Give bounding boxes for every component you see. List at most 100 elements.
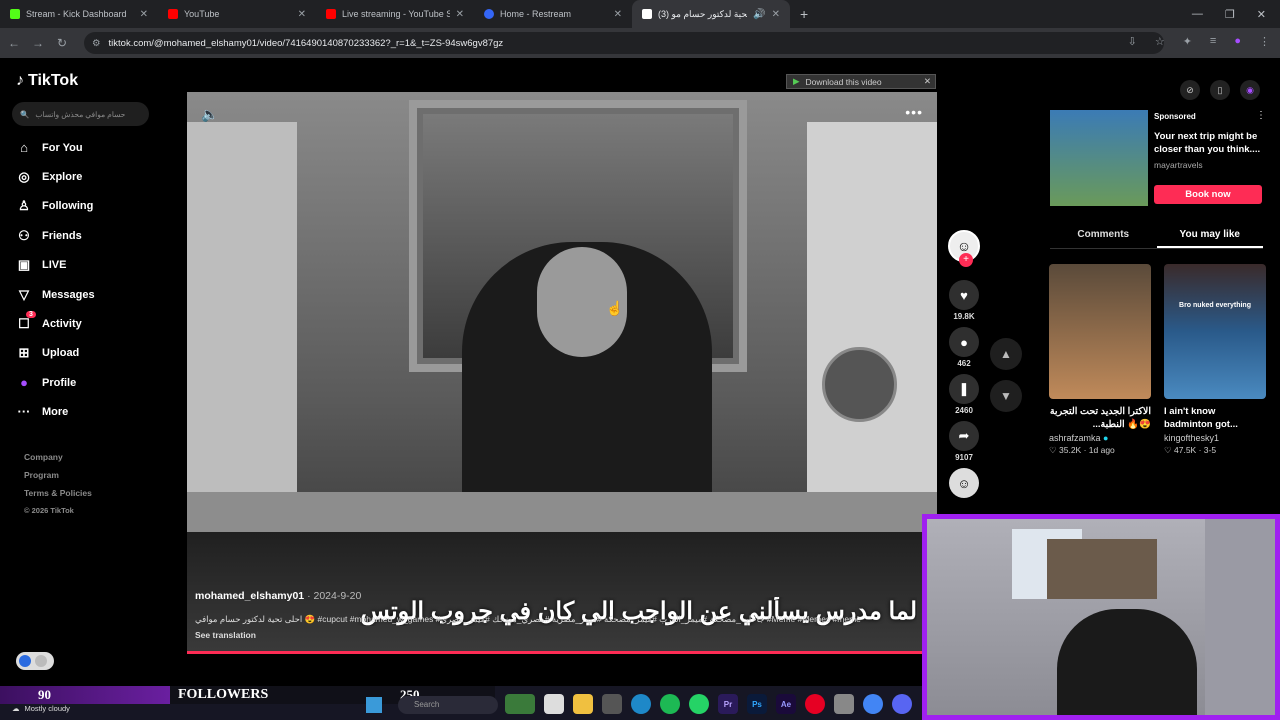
- comment-icon: ●: [949, 327, 979, 357]
- file-explorer-icon[interactable]: [573, 694, 593, 714]
- comment-button[interactable]: ● 462: [946, 327, 982, 368]
- speaker-icon[interactable]: 🔊: [753, 9, 765, 20]
- video-player[interactable]: 🔈 ••• لما مدرس يسألني عن الواجب الي كان …: [187, 92, 937, 654]
- like-button[interactable]: ♥ 19.8K: [946, 280, 982, 321]
- reload-icon[interactable]: ↻: [50, 36, 74, 50]
- store-icon[interactable]: [602, 694, 622, 714]
- user-avatar-icon[interactable]: ◉: [1240, 80, 1260, 100]
- upload-icon: ⊞: [18, 345, 30, 360]
- tab-tiktok[interactable]: (3) احلى تحية لدكتور حسام مو 🔊 ✕: [632, 0, 790, 28]
- tab-search-icon[interactable]: ≡: [1210, 35, 1216, 48]
- minimize-icon[interactable]: —: [1192, 8, 1203, 20]
- recommended-video-card[interactable]: الاكترا الجديد تحت التجربة 😍🔥 النطبة... …: [1049, 264, 1151, 456]
- video-nav-arrows: ▲ ▼: [990, 338, 1022, 422]
- close-icon[interactable]: ✕: [772, 9, 780, 20]
- tab-youtube[interactable]: YouTube ✕: [158, 0, 316, 28]
- weather-widget[interactable]: ☁ Mostly cloudy: [12, 704, 70, 713]
- next-video-icon[interactable]: ▼: [990, 380, 1022, 412]
- footer-link-program[interactable]: Program: [24, 466, 92, 484]
- search-input[interactable]: 🔍 حسام موافي محذش واتساب: [12, 102, 149, 126]
- install-icon[interactable]: ⇩: [1128, 35, 1137, 48]
- discord-icon[interactable]: [892, 694, 912, 714]
- tab-restream[interactable]: Home - Restream ✕: [474, 0, 632, 28]
- desktop-app-icon[interactable]: ⊘: [1180, 80, 1200, 100]
- maximize-icon[interactable]: ❐: [1225, 8, 1235, 21]
- ad-more-icon[interactable]: ⋮: [1256, 110, 1266, 121]
- toggle-knob: [19, 655, 31, 667]
- widget-icon[interactable]: [505, 694, 535, 714]
- volume-icon[interactable]: 🔈: [201, 106, 218, 123]
- more-options-icon[interactable]: •••: [905, 104, 923, 120]
- author-avatar[interactable]: ☺ +: [948, 230, 980, 267]
- nav-messages[interactable]: ▽ Messages: [16, 287, 95, 303]
- spotify-icon[interactable]: [660, 694, 680, 714]
- tab-comments[interactable]: Comments: [1050, 223, 1157, 248]
- close-icon[interactable]: ✕: [924, 76, 935, 87]
- windows-start-icon[interactable]: [366, 697, 382, 713]
- nav-explore[interactable]: ◎ Explore: [16, 169, 82, 185]
- close-icon[interactable]: ✕: [614, 9, 622, 20]
- video-author[interactable]: mohamed_elshamy01: [195, 590, 304, 602]
- tiktok-logo[interactable]: ♪ TikTok: [16, 72, 78, 90]
- sound-disc[interactable]: ☺: [946, 468, 982, 498]
- taskbar-search[interactable]: Search: [398, 696, 498, 714]
- nav-upload[interactable]: ⊞ Upload: [16, 345, 80, 361]
- task-view-icon[interactable]: [544, 694, 564, 714]
- footer-link-terms[interactable]: Terms & Policies: [24, 484, 92, 502]
- site-info-icon[interactable]: ⚙: [92, 38, 101, 49]
- close-window-icon[interactable]: ✕: [1257, 8, 1266, 21]
- footer-link-company[interactable]: Company: [24, 448, 92, 466]
- share-button[interactable]: ➦ 9107: [946, 421, 982, 462]
- nav-activity[interactable]: ☐ 3 Activity: [16, 311, 82, 332]
- edge-icon[interactable]: [631, 694, 651, 714]
- nav-live[interactable]: ▣ LIVE: [16, 257, 67, 273]
- ad-brand[interactable]: mayartravels: [1154, 160, 1203, 170]
- extension-toggle[interactable]: [16, 652, 54, 670]
- ad-title[interactable]: Your next trip might be closer than you …: [1154, 130, 1274, 156]
- tab-kick-dashboard[interactable]: Stream - Kick Dashboard ✕: [0, 0, 158, 28]
- extensions-icon[interactable]: ✦: [1183, 35, 1192, 48]
- previous-video-icon[interactable]: ▲: [990, 338, 1022, 370]
- nav-profile[interactable]: ● Profile: [16, 375, 76, 390]
- bookmark-star-icon[interactable]: ☆: [1155, 35, 1165, 48]
- url-field[interactable]: ⚙ tiktok.com/@mohamed_elshamy01/video/74…: [84, 32, 1164, 54]
- nav-for-you[interactable]: ⌂ For You: [16, 140, 82, 155]
- activity-icon: ☐ 3: [16, 311, 36, 332]
- tab-you-may-like[interactable]: You may like: [1156, 223, 1263, 248]
- new-tab-button[interactable]: +: [790, 6, 818, 22]
- card-likes: 47.5K: [1174, 445, 1197, 455]
- save-button[interactable]: ❚ 2460: [946, 374, 982, 415]
- card-username[interactable]: ashrafzamka: [1049, 433, 1101, 443]
- video-progress-bar[interactable]: [187, 651, 937, 654]
- webcam-wall: [1205, 519, 1275, 715]
- forward-icon[interactable]: →: [26, 36, 50, 50]
- photoshop-icon[interactable]: Ps: [747, 694, 767, 714]
- nav-more[interactable]: ··· More: [16, 404, 69, 419]
- heart-outline-icon: ♡: [1049, 445, 1057, 455]
- book-now-button[interactable]: Book now: [1154, 185, 1262, 204]
- back-icon[interactable]: ←: [2, 36, 26, 50]
- nav-friends[interactable]: ⚇ Friends: [16, 228, 82, 244]
- whatsapp-icon[interactable]: [689, 694, 709, 714]
- pinterest-icon[interactable]: [805, 694, 825, 714]
- after-effects-icon[interactable]: Ae: [776, 694, 796, 714]
- close-icon[interactable]: ✕: [298, 9, 306, 20]
- app-icon[interactable]: [834, 694, 854, 714]
- premiere-icon[interactable]: Pr: [718, 694, 738, 714]
- tab-youtube-studio[interactable]: Live streaming - YouTube Studio ✕: [316, 0, 474, 28]
- chrome-icon[interactable]: [863, 694, 883, 714]
- menu-dots-icon[interactable]: ⋮: [1259, 35, 1270, 48]
- card-title: الاكترا الجديد تحت التجربة 😍🔥 النطبة...: [1049, 406, 1151, 430]
- phone-icon[interactable]: ▯: [1210, 80, 1230, 100]
- profile-avatar-icon[interactable]: ●: [1234, 35, 1241, 48]
- recommended-video-card[interactable]: Bro nuked everything I ain't know badmin…: [1164, 264, 1266, 456]
- close-icon[interactable]: ✕: [140, 9, 148, 20]
- follow-plus-icon[interactable]: +: [959, 253, 973, 267]
- nav-following[interactable]: ♙ Following: [16, 198, 93, 214]
- card-user[interactable]: kingofthesky1: [1164, 433, 1266, 443]
- mouse-cursor-icon: ☝: [606, 300, 624, 316]
- see-translation-link[interactable]: See translation: [195, 630, 256, 640]
- download-video-banner[interactable]: ▶ Download this video ✕: [786, 74, 936, 89]
- ad-thumbnail[interactable]: [1050, 110, 1148, 206]
- close-icon[interactable]: ✕: [456, 9, 464, 20]
